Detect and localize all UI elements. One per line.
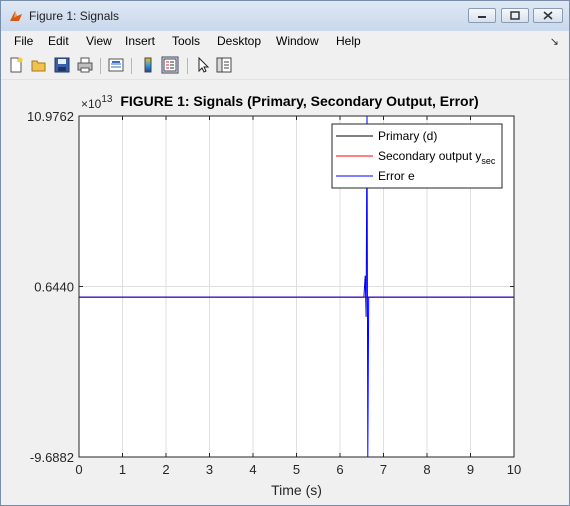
legend-entry-subscript: sec — [481, 156, 496, 166]
close-button[interactable] — [533, 8, 563, 23]
minimize-button[interactable] — [468, 8, 496, 23]
y-tick-label: -9.6882 — [30, 450, 74, 465]
x-tick-label: 0 — [75, 462, 82, 477]
chart-title: FIGURE 1: Signals (Primary, Secondary Ou… — [120, 93, 478, 109]
matlab-icon — [10, 11, 22, 21]
x-tick-label: 4 — [249, 462, 256, 477]
signals-plot[interactable]: 0 1 2 3 4 5 6 7 8 9 10 -9.68820.644010.9762 ×1013 … — [1, 80, 569, 505]
figure-window: Figure 1: Signals File Edit View Insert … — [0, 0, 570, 506]
x-tick-label: 10 — [507, 462, 521, 477]
link-plot-icon[interactable] — [107, 56, 125, 74]
legend-icon[interactable] — [161, 56, 179, 74]
maximize-button[interactable] — [501, 8, 529, 23]
legend[interactable]: Primary (d)Secondary output ysecError e — [331, 123, 503, 189]
menu-file[interactable]: File — [14, 34, 33, 48]
menu-desktop[interactable]: Desktop — [217, 34, 261, 48]
open-file-icon[interactable] — [30, 56, 48, 74]
menu-window[interactable]: Window — [276, 34, 319, 48]
toolbar-separator — [187, 58, 188, 74]
x-tick-label: 7 — [380, 462, 387, 477]
x-tick-label: 2 — [162, 462, 169, 477]
menu-help[interactable]: Help — [336, 34, 361, 48]
dock-arrow-icon[interactable]: ↘ — [550, 35, 559, 48]
minimize-icon — [478, 16, 486, 18]
x-tick-label: 3 — [206, 462, 213, 477]
x-tick-label: 5 — [293, 462, 300, 477]
property-editor-icon[interactable] — [215, 56, 233, 74]
figure-canvas[interactable]: 0 1 2 3 4 5 6 7 8 9 10 -9.6882 0.6440 10.9762 ×1013 … — [1, 80, 569, 505]
legend-entry-label: Primary (d) — [378, 129, 437, 143]
menu-edit[interactable]: Edit — [48, 34, 69, 48]
x-axis-label: Time (s) — [271, 482, 322, 498]
close-icon — [543, 11, 553, 20]
window-title: Figure 1: Signals — [29, 9, 120, 23]
y-tick-label: 0.6440 — [34, 280, 74, 295]
title-bar[interactable]: Figure 1: Signals — [1, 1, 569, 31]
y-exponent-power: 13 — [101, 94, 113, 105]
legend-entry-label: Error e — [378, 169, 415, 183]
x-tick-label: 9 — [467, 462, 474, 477]
menu-insert[interactable]: Insert — [125, 34, 155, 48]
menu-tools[interactable]: Tools — [172, 34, 200, 48]
maximize-icon — [510, 11, 520, 20]
colorbar-icon[interactable] — [139, 56, 157, 74]
toolbar-separator — [100, 58, 101, 74]
menu-view[interactable]: View — [86, 34, 112, 48]
toolbar-separator — [131, 58, 132, 74]
print-icon[interactable] — [76, 56, 94, 74]
x-tick-label: 1 — [119, 462, 126, 477]
x-tick-label: 8 — [423, 462, 430, 477]
toolbar — [1, 52, 569, 80]
pointer-arrow-icon[interactable] — [194, 56, 212, 74]
new-figure-icon[interactable] — [7, 56, 25, 74]
x-tick-label: 6 — [336, 462, 343, 477]
y-tick-label: 10.9762 — [27, 109, 74, 124]
menu-bar: File Edit View Insert Tools Desktop Wind… — [1, 31, 569, 53]
save-icon[interactable] — [53, 56, 71, 74]
